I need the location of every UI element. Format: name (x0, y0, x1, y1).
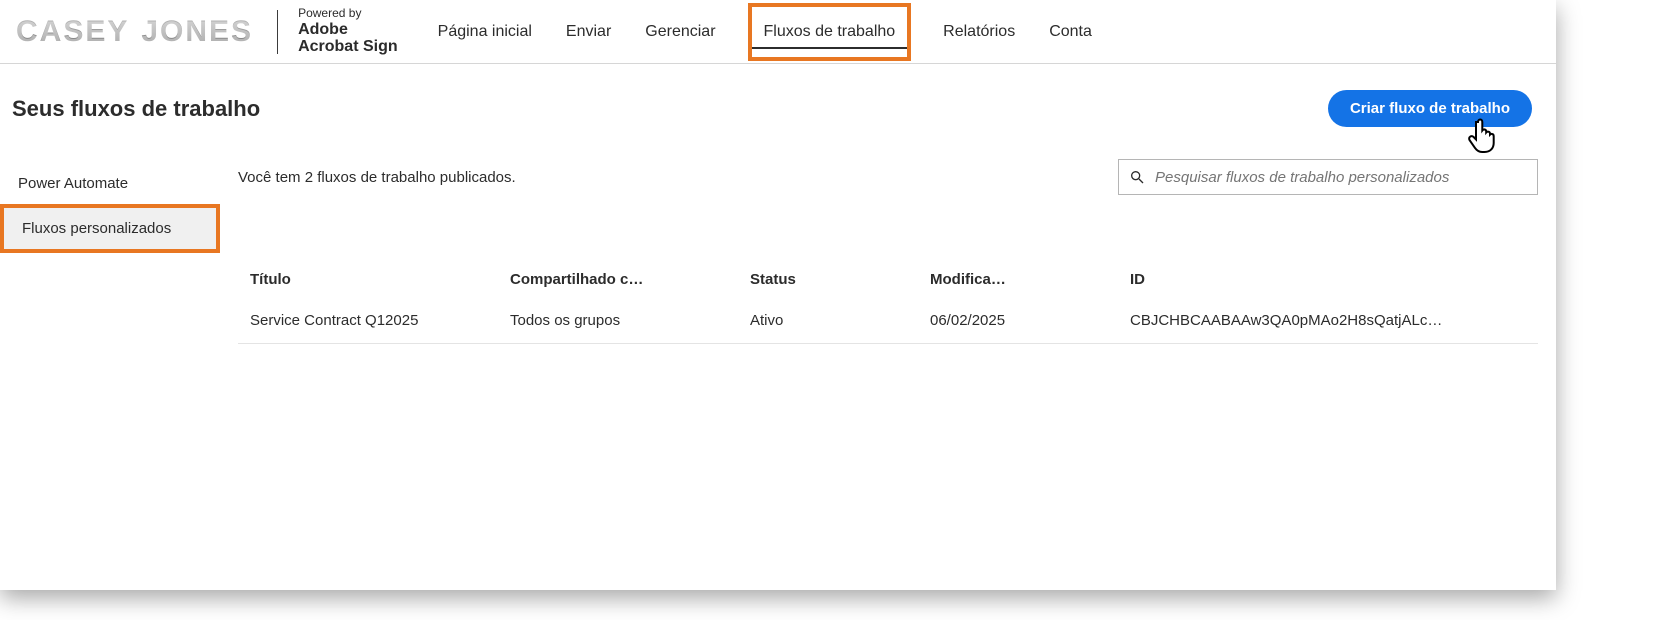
powered-by-acrobat-sign: Acrobat Sign (298, 38, 398, 56)
search-input[interactable] (1155, 169, 1527, 186)
nav-reports[interactable]: Relatórios (941, 3, 1017, 61)
brand-word-1: CASEY (16, 15, 129, 49)
cell-title: Service Contract Q12025 (238, 298, 498, 344)
cell-id: CBJCHBCAABAAw3QA0pMAo2H8sQatjALc… (1118, 298, 1538, 344)
divider (277, 10, 278, 54)
table-row[interactable]: Service Contract Q12025 Todos os grupos … (238, 298, 1538, 344)
create-workflow-button[interactable]: Criar fluxo de trabalho (1328, 90, 1532, 127)
table-header-row: Título Compartilhado c… Status Modifica…… (238, 261, 1538, 298)
top-header: CASEY JONES Powered by Adobe Acrobat Sig… (0, 0, 1556, 64)
cell-shared: Todos os grupos (498, 298, 738, 344)
col-modified[interactable]: Modifica… (918, 261, 1118, 298)
nav-account[interactable]: Conta (1047, 3, 1094, 61)
powered-by-label: Powered by (298, 7, 398, 20)
published-count-text: Você tem 2 fluxos de trabalho publicados… (238, 169, 516, 186)
search-icon (1129, 169, 1145, 185)
col-id[interactable]: ID (1118, 261, 1538, 298)
page-title: Seus fluxos de trabalho (12, 96, 260, 122)
cell-modified: 06/02/2025 (918, 298, 1118, 344)
col-shared[interactable]: Compartilhado c… (498, 261, 738, 298)
nav-workflows[interactable]: Fluxos de trabalho (748, 3, 912, 61)
sidebar-item-custom-flows[interactable]: Fluxos personalizados (0, 204, 220, 253)
main-content: Você tem 2 fluxos de trabalho publicados… (220, 135, 1556, 344)
nav-home[interactable]: Página inicial (436, 3, 534, 61)
powered-by-block: Powered by Adobe Acrobat Sign (298, 7, 398, 55)
workflows-table: Título Compartilhado c… Status Modifica…… (238, 261, 1538, 344)
cursor-hand-icon (1464, 116, 1498, 156)
subheader: Seus fluxos de trabalho Criar fluxo de t… (0, 64, 1556, 135)
sidebar: Power Automate Fluxos personalizados (0, 135, 220, 344)
brand-word-2: JONES (141, 15, 253, 49)
col-status[interactable]: Status (738, 261, 918, 298)
top-nav: Página inicial Enviar Gerenciar Fluxos d… (436, 3, 1094, 61)
sidebar-item-power-automate[interactable]: Power Automate (0, 163, 220, 204)
nav-send[interactable]: Enviar (564, 3, 613, 61)
powered-by-adobe: Adobe (298, 21, 398, 39)
nav-manage[interactable]: Gerenciar (643, 3, 717, 61)
cell-status: Ativo (738, 298, 918, 344)
search-box[interactable] (1118, 159, 1538, 195)
brand-logo: CASEY JONES (6, 15, 263, 49)
col-title[interactable]: Título (238, 261, 498, 298)
